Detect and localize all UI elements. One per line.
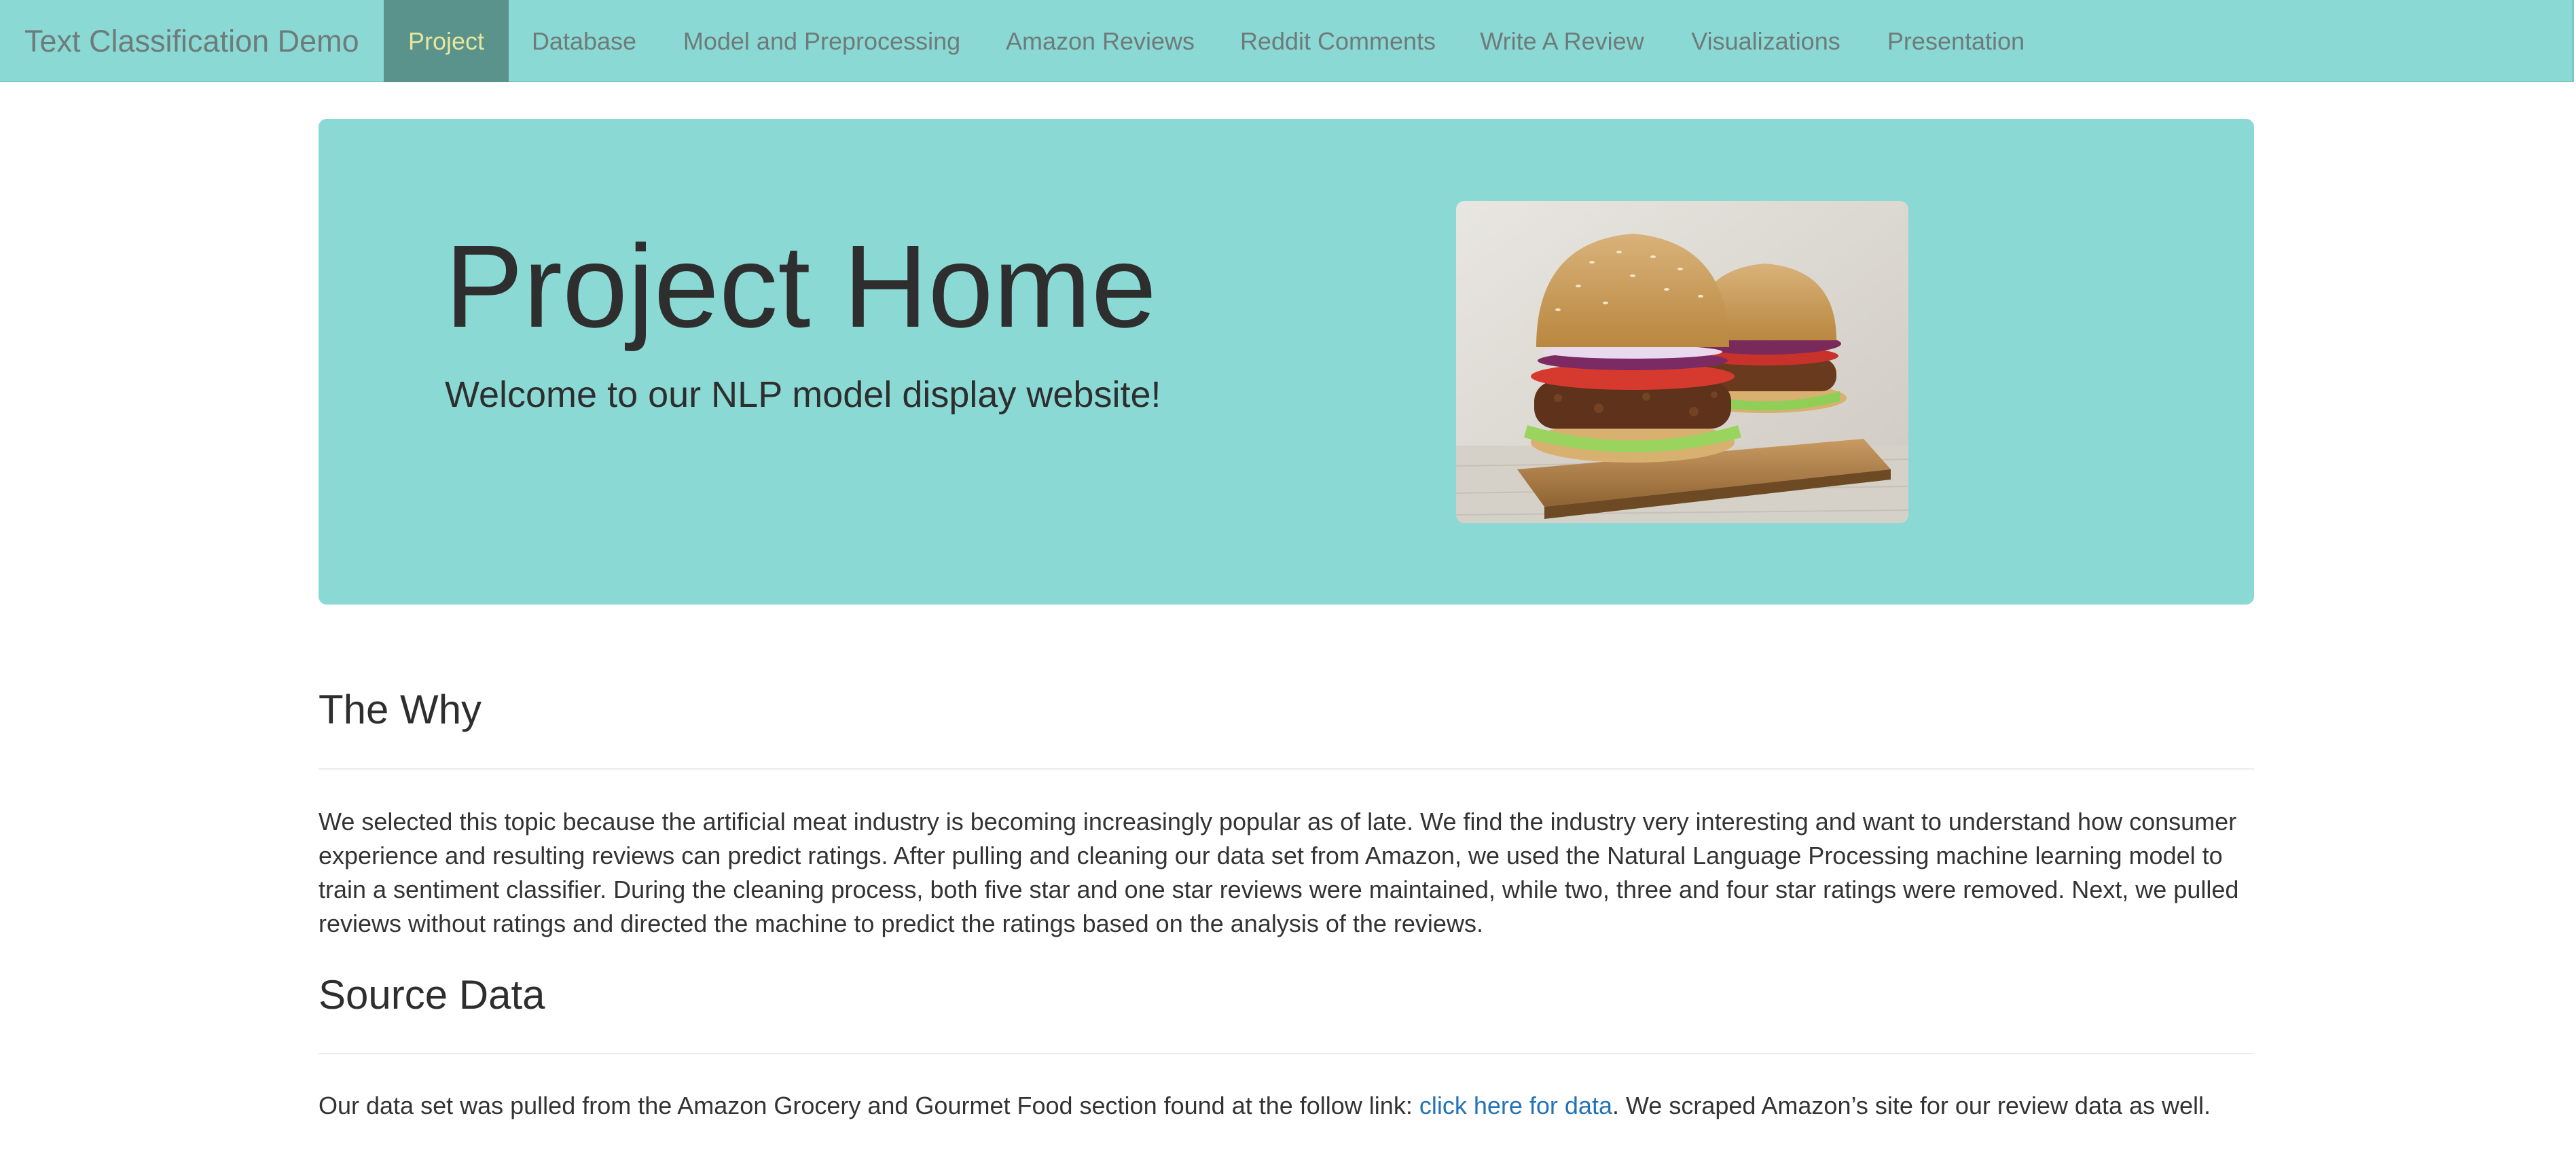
why-paragraph: We selected this topic because the artif… [319,808,2239,937]
nav-item-reddit-comments[interactable]: Reddit Comments [1233,0,1443,82]
nav-item-database[interactable]: Database [520,0,649,82]
nav-item-visualizations[interactable]: Visualizations [1681,0,1851,82]
nav-item-project[interactable]: Project [384,0,509,82]
hero-jumbotron: Project Home Welcome to our NLP model di… [319,119,2254,605]
data-link[interactable]: click here for data [1419,1092,1612,1119]
why-divider [319,768,2254,770]
burger-photo [1456,201,1908,523]
page-subtitle: Welcome to our NLP model display website… [445,374,1161,415]
source-heading: Source Data [319,972,545,1018]
source-paragraph: Our data set was pulled from the Amazon … [319,1089,2261,1123]
navbar-brand[interactable]: Text Classification Demo [24,0,359,82]
top-navbar: Text Classification Demo Project Databas… [0,0,2574,82]
nav-item-amazon-reviews[interactable]: Amazon Reviews [995,0,1205,82]
nav-item-presentation[interactable]: Presentation [1878,0,2034,82]
why-heading: The Why [319,687,482,732]
page-title: Project Home [445,220,1157,352]
source-text-after: . We scraped Amazon’s site for our revie… [1612,1092,2211,1119]
source-text-before: Our data set was pulled from the Amazon … [319,1092,1419,1119]
source-divider [319,1053,2254,1054]
nav-item-model-and-preprocessing[interactable]: Model and Preprocessing [679,0,964,82]
nav-item-write-a-review[interactable]: Write A Review [1470,0,1654,82]
